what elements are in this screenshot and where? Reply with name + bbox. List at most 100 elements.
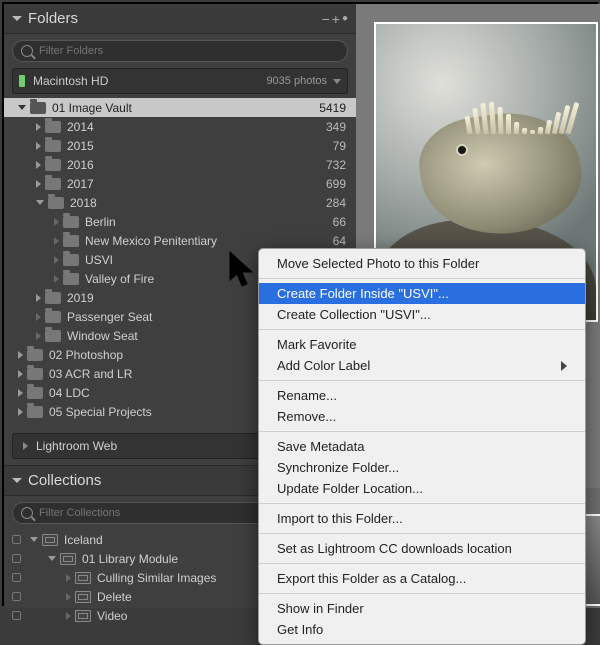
folder-icon	[45, 311, 61, 323]
folder-row[interactable]: 2014349	[4, 117, 356, 136]
dot-icon[interactable]: ●	[342, 13, 348, 24]
folder-count: 699	[312, 177, 346, 191]
folder-count: 79	[312, 139, 346, 153]
folder-label: Berlin	[85, 215, 312, 229]
folder-count: 5419	[312, 101, 346, 115]
folder-icon	[45, 178, 61, 190]
chevron-right-icon[interactable]	[36, 332, 41, 340]
folder-icon	[27, 406, 43, 418]
iguana-spikes	[466, 84, 586, 134]
chevron-right-icon[interactable]	[54, 275, 59, 283]
folder-icon	[30, 102, 46, 114]
folder-row[interactable]: Berlin66	[4, 212, 356, 231]
folder-row[interactable]: 201579	[4, 136, 356, 155]
minus-icon[interactable]: −	[322, 11, 330, 27]
volume-row[interactable]: Macintosh HD 9035 photos	[12, 68, 348, 94]
chevron-right-icon[interactable]	[54, 256, 59, 264]
folder-row[interactable]: 01 Image Vault5419	[4, 98, 356, 117]
menu-item-label: Move Selected Photo to this Folder	[277, 256, 479, 271]
sync-checkbox[interactable]	[12, 535, 21, 544]
folder-label: 2018	[70, 196, 312, 210]
chevron-right-icon[interactable]	[66, 612, 71, 620]
menu-item[interactable]: Export this Folder as a Catalog...	[259, 568, 585, 589]
folder-icon	[45, 292, 61, 304]
menu-separator	[259, 278, 585, 279]
folder-label: 01 Image Vault	[52, 101, 312, 115]
chevron-right-icon[interactable]	[36, 313, 41, 321]
chevron-right-icon[interactable]	[18, 408, 23, 416]
sync-checkbox[interactable]	[12, 573, 21, 582]
folder-row[interactable]: 2018284	[4, 193, 356, 212]
menu-item[interactable]: Rename...	[259, 385, 585, 406]
menu-item[interactable]: Create Folder Inside "USVI"...	[259, 283, 585, 304]
collection-set-icon	[60, 553, 76, 565]
folder-label: 2014	[67, 120, 312, 134]
menu-item-label: Get Info	[277, 622, 323, 637]
folder-row[interactable]: 2016732	[4, 155, 356, 174]
volume-status-icon	[19, 75, 25, 87]
chevron-right-icon[interactable]	[18, 370, 23, 378]
filter-folders[interactable]	[12, 40, 348, 62]
chevron-right-icon[interactable]	[36, 123, 41, 131]
folder-icon	[48, 197, 64, 209]
collection-icon	[75, 610, 91, 622]
folder-count: 66	[312, 215, 346, 229]
menu-item-label: Create Folder Inside "USVI"...	[277, 286, 449, 301]
chevron-down-icon[interactable]	[333, 79, 341, 84]
menu-item-label: Update Folder Location...	[277, 481, 423, 496]
chevron-right-icon[interactable]	[23, 442, 28, 450]
chevron-down-icon[interactable]	[36, 200, 44, 205]
menu-item[interactable]: Update Folder Location...	[259, 478, 585, 499]
folder-icon	[63, 254, 79, 266]
folder-label: 2015	[67, 139, 312, 153]
menu-item[interactable]: Create Collection "USVI"...	[259, 304, 585, 325]
menu-item[interactable]: Get Info	[259, 619, 585, 640]
volume-count: 9035 photos	[266, 75, 327, 87]
collection-set-icon	[42, 534, 58, 546]
folder-icon	[27, 387, 43, 399]
volume-name: Macintosh HD	[33, 74, 266, 88]
chevron-down-icon[interactable]	[12, 16, 22, 21]
chevron-right-icon[interactable]	[66, 593, 71, 601]
chevron-right-icon[interactable]	[54, 237, 59, 245]
folder-row[interactable]: 2017699	[4, 174, 356, 193]
chevron-right-icon[interactable]	[36, 142, 41, 150]
folder-count: 284	[312, 196, 346, 210]
menu-item[interactable]: Import to this Folder...	[259, 508, 585, 529]
chevron-right-icon[interactable]	[36, 161, 41, 169]
menu-item[interactable]: Set as Lightroom CC downloads location	[259, 538, 585, 559]
menu-item[interactable]: Save Metadata	[259, 436, 585, 457]
sync-checkbox[interactable]	[12, 592, 21, 601]
collection-icon	[75, 591, 91, 603]
folder-icon	[63, 216, 79, 228]
lightroom-web-label: Lightroom Web	[36, 439, 117, 453]
plus-icon[interactable]: +	[332, 11, 340, 27]
chevron-down-icon[interactable]	[12, 478, 22, 483]
menu-separator	[259, 503, 585, 504]
folders-panel-header[interactable]: Folders − + ●	[4, 4, 356, 34]
menu-item[interactable]: Remove...	[259, 406, 585, 427]
folder-icon	[27, 368, 43, 380]
sync-checkbox[interactable]	[12, 611, 21, 620]
menu-separator	[259, 533, 585, 534]
folder-icon	[45, 159, 61, 171]
menu-item[interactable]: Show in Finder	[259, 598, 585, 619]
filter-folders-input[interactable]	[39, 45, 339, 57]
chevron-down-icon[interactable]	[48, 556, 56, 561]
chevron-right-icon[interactable]	[66, 574, 71, 582]
chevron-down-icon[interactable]	[30, 537, 38, 542]
chevron-right-icon[interactable]	[36, 294, 41, 302]
menu-item[interactable]: Move Selected Photo to this Folder	[259, 253, 585, 274]
chevron-down-icon[interactable]	[18, 105, 26, 110]
sync-checkbox[interactable]	[12, 554, 21, 563]
menu-item[interactable]: Add Color Label	[259, 355, 585, 376]
chevron-right-icon[interactable]	[18, 389, 23, 397]
menu-item-label: Export this Folder as a Catalog...	[277, 571, 466, 586]
menu-item[interactable]: Synchronize Folder...	[259, 457, 585, 478]
chevron-right-icon[interactable]	[36, 180, 41, 188]
menu-item[interactable]: Mark Favorite	[259, 334, 585, 355]
folder-icon	[45, 140, 61, 152]
chevron-right-icon[interactable]	[18, 351, 23, 359]
menu-item-label: Add Color Label	[277, 358, 370, 373]
chevron-right-icon[interactable]	[54, 218, 59, 226]
